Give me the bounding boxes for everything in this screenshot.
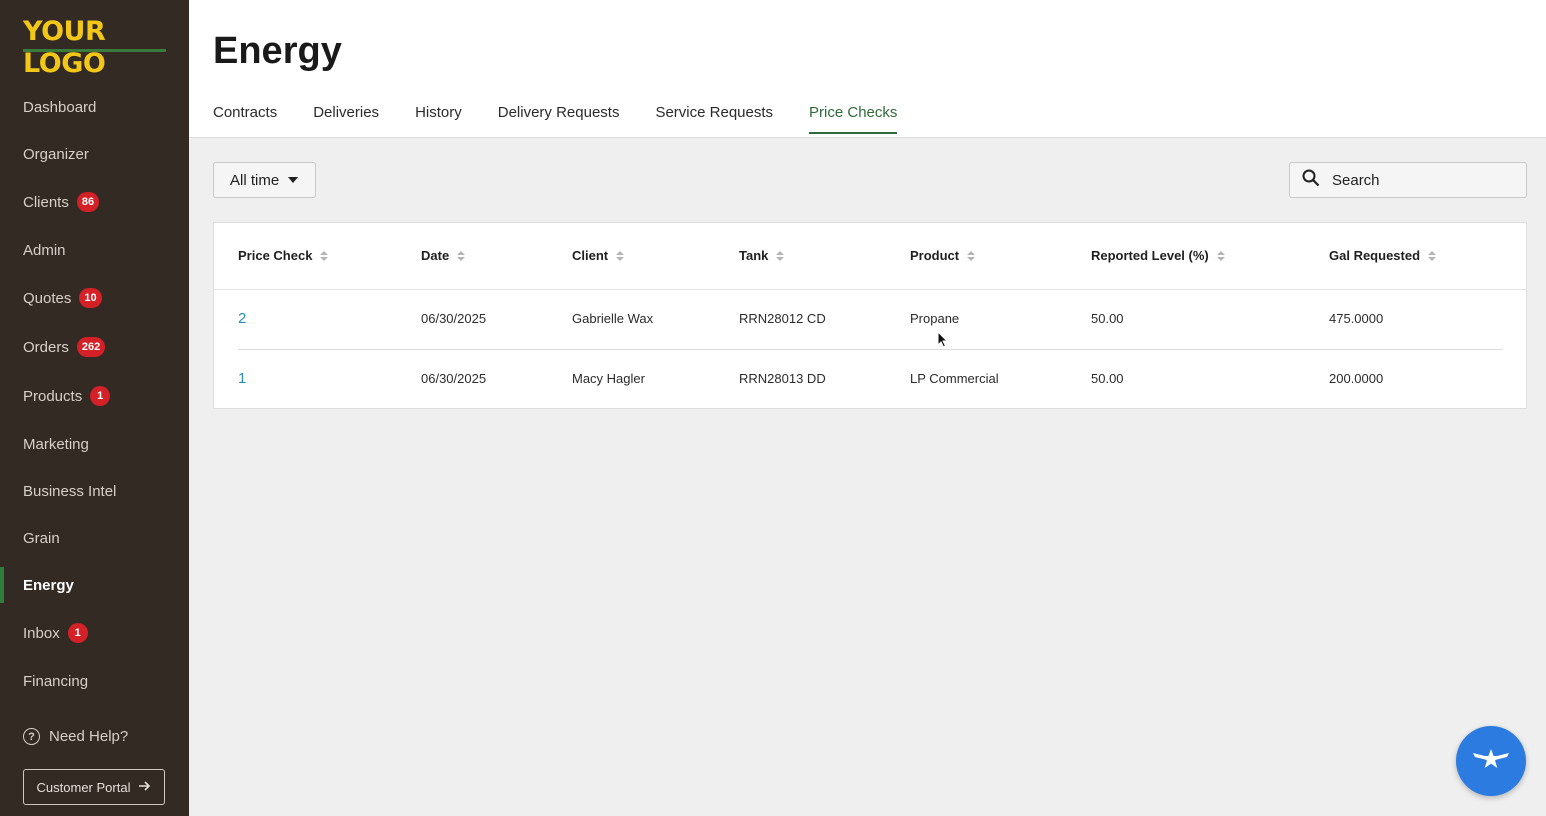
count-badge: 86 [76, 192, 100, 212]
cell-date: 06/30/2025 [421, 371, 487, 386]
sidebar-item-label: Inbox [23, 624, 60, 642]
sidebar-item-inbox[interactable]: Inbox 1 [0, 613, 189, 653]
sidebar-item-organizer[interactable]: Organizer [0, 134, 189, 174]
sort-icon [967, 250, 976, 261]
sidebar-item-marketing[interactable]: Marketing [0, 424, 189, 464]
page-header: Energy Contracts Deliveries History Deli… [189, 0, 1546, 138]
column-header-date[interactable]: Date [421, 248, 466, 263]
price-check-link[interactable]: 1 [238, 370, 246, 387]
sidebar-item-label: Products [23, 387, 83, 405]
count-badge: 1 [90, 386, 111, 406]
sort-icon [616, 250, 625, 261]
cell-date: 06/30/2025 [421, 311, 487, 326]
column-header-tank[interactable]: Tank [739, 248, 785, 263]
tab-price-checks[interactable]: Price Checks [809, 104, 898, 134]
count-badge: 1 [67, 623, 88, 643]
sidebar-item-label: Energy [23, 576, 74, 594]
column-label: Client [572, 248, 609, 263]
count-badge: 10 [79, 288, 102, 308]
sidebar-item-products[interactable]: Products 1 [0, 376, 189, 416]
time-filter-dropdown[interactable]: All time [213, 162, 316, 198]
mouse-cursor-icon [937, 330, 949, 353]
table-row[interactable]: 1 06/30/2025 Macy Hagler RRN28013 DD LP … [238, 350, 1503, 410]
cell-product: LP Commercial [910, 371, 999, 386]
cell-reported-level: 50.00 [1091, 311, 1124, 326]
cell-client: Gabrielle Wax [572, 311, 654, 326]
sidebar-item-grain[interactable]: Grain [0, 518, 189, 558]
cell-tank: RRN28013 DD [739, 371, 826, 386]
cell-product: Propane [910, 311, 960, 326]
price-check-link[interactable]: 2 [238, 310, 246, 327]
table-row[interactable]: 2 06/30/2025 Gabrielle Wax RRN28012 CD P… [238, 290, 1503, 350]
tab-history[interactable]: History [415, 104, 462, 132]
support-chat-button[interactable] [1456, 726, 1526, 796]
tab-delivery-requests[interactable]: Delivery Requests [498, 104, 620, 132]
sort-icon [1216, 250, 1225, 261]
tab-deliveries[interactable]: Deliveries [313, 104, 379, 132]
sidebar: YOUR LOGO Dashboard Organizer Clients 86… [0, 0, 189, 816]
sidebar-item-quotes[interactable]: Quotes 10 [0, 278, 189, 318]
sort-icon [776, 250, 785, 261]
column-label: Date [421, 248, 450, 263]
cell-tank: RRN28012 CD [739, 311, 826, 326]
cell-gal-requested: 475.0000 [1329, 311, 1384, 326]
sort-icon [457, 250, 466, 261]
sidebar-item-label: Financing [23, 672, 89, 690]
sidebar-item-dashboard[interactable]: Dashboard [0, 87, 189, 127]
sidebar-item-label: Organizer [23, 145, 89, 163]
count-badge: 262 [76, 337, 106, 357]
page-title: Energy [213, 30, 342, 72]
arrow-right-icon [138, 779, 151, 796]
sidebar-item-admin[interactable]: Admin [0, 230, 189, 270]
sidebar-item-label: Clients [23, 193, 69, 211]
column-header-price-check[interactable]: Price Check [238, 248, 329, 263]
column-label: Price Check [238, 248, 313, 263]
sort-icon [320, 250, 329, 261]
customer-portal-button[interactable]: Customer Portal [23, 769, 165, 805]
cell-client: Macy Hagler [572, 371, 645, 386]
customer-portal-label: Customer Portal [36, 779, 131, 795]
tab-contracts[interactable]: Contracts [213, 104, 277, 132]
tab-bar: Contracts Deliveries History Delivery Re… [213, 104, 933, 134]
sidebar-item-label: Marketing [23, 435, 89, 453]
need-help-label: Need Help? [49, 728, 129, 745]
sidebar-item-label: Grain [23, 529, 60, 547]
column-header-gal-requested[interactable]: Gal Requested [1329, 248, 1437, 263]
tab-service-requests[interactable]: Service Requests [655, 104, 773, 132]
column-header-product[interactable]: Product [910, 248, 976, 263]
sidebar-item-financing[interactable]: Financing [0, 661, 189, 701]
sidebar-item-energy[interactable]: Energy [0, 565, 189, 605]
sort-icon [1428, 250, 1437, 261]
logo-underline [23, 49, 166, 52]
column-label: Product [910, 248, 960, 263]
time-filter-label: All time [230, 171, 280, 189]
caret-down-icon [288, 177, 299, 183]
help-circle-icon: ? [23, 728, 40, 745]
table-header: Price Check Date Client Tank Product Rep… [214, 223, 1526, 290]
column-label: Tank [739, 248, 769, 263]
column-label: Reported Level (%) [1091, 248, 1209, 263]
sidebar-item-label: Orders [23, 338, 69, 356]
logo[interactable]: YOUR LOGO [23, 16, 189, 80]
search-icon [1302, 169, 1320, 192]
sidebar-item-orders[interactable]: Orders 262 [0, 327, 189, 367]
sidebar-item-business-intel[interactable]: Business Intel [0, 471, 189, 511]
winged-star-icon [1471, 747, 1511, 776]
need-help-link[interactable]: ? Need Help? [23, 728, 128, 745]
sidebar-item-label: Admin [23, 241, 66, 259]
price-checks-table: Price Check Date Client Tank Product Rep… [213, 222, 1527, 409]
sidebar-item-label: Dashboard [23, 98, 97, 116]
sidebar-item-clients[interactable]: Clients 86 [0, 182, 189, 222]
column-header-reported-level[interactable]: Reported Level (%) [1091, 248, 1225, 263]
column-header-client[interactable]: Client [572, 248, 625, 263]
cell-gal-requested: 200.0000 [1329, 371, 1384, 386]
cell-reported-level: 50.00 [1091, 371, 1124, 386]
sidebar-item-label: Quotes [23, 289, 72, 307]
sidebar-item-label: Business Intel [23, 482, 117, 500]
search-box[interactable] [1289, 162, 1527, 198]
search-input[interactable] [1332, 171, 1512, 189]
column-label: Gal Requested [1329, 248, 1421, 263]
